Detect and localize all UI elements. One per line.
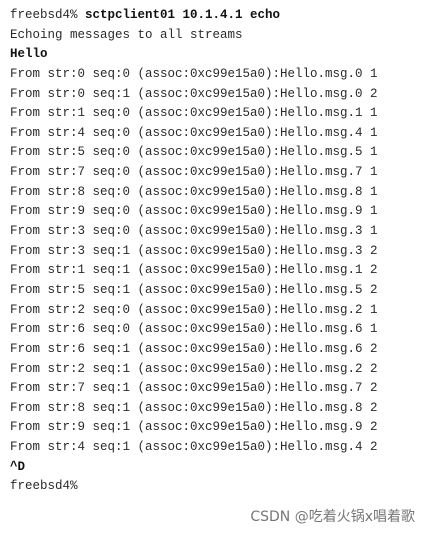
- output-line: From str:4 seq:1 (assoc:0xc99e15a0):Hell…: [10, 440, 378, 455]
- eof-line: ^D: [10, 459, 26, 474]
- output-line: From str:1 seq:0 (assoc:0xc99e15a0):Hell…: [10, 106, 378, 121]
- output-line: From str:6 seq:0 (assoc:0xc99e15a0):Hell…: [10, 322, 378, 337]
- output-line: From str:3 seq:0 (assoc:0xc99e15a0):Hell…: [10, 224, 378, 239]
- output-line: From str:2 seq:1 (assoc:0xc99e15a0):Hell…: [10, 361, 378, 376]
- final-prompt: freebsd4%: [10, 479, 78, 494]
- shell-prompt: freebsd4%: [10, 8, 78, 22]
- output-line: From str:7 seq:1 (assoc:0xc99e15a0):Hell…: [10, 381, 378, 396]
- output-line: From str:4 seq:0 (assoc:0xc99e15a0):Hell…: [10, 125, 378, 140]
- output-line: From str:2 seq:0 (assoc:0xc99e15a0):Hell…: [10, 302, 378, 317]
- command-line: freebsd4% sctpclient01 10.1.4.1 echo: [10, 6, 429, 26]
- output-line: From str:7 seq:0 (assoc:0xc99e15a0):Hell…: [10, 165, 378, 180]
- output-line: From str:1 seq:1 (assoc:0xc99e15a0):Hell…: [10, 263, 378, 278]
- user-input-line: Hello: [10, 47, 48, 62]
- output-line: From str:8 seq:0 (assoc:0xc99e15a0):Hell…: [10, 184, 378, 199]
- output-line: From str:5 seq:0 (assoc:0xc99e15a0):Hell…: [10, 145, 378, 160]
- output-lines: From str:0 seq:0 (assoc:0xc99e15a0):Hell…: [10, 65, 429, 458]
- output-line: From str:9 seq:0 (assoc:0xc99e15a0):Hell…: [10, 204, 378, 219]
- output-line: From str:0 seq:0 (assoc:0xc99e15a0):Hell…: [10, 66, 378, 81]
- command-text: sctpclient01 10.1.4.1 echo: [85, 8, 281, 22]
- output-line: From str:9 seq:1 (assoc:0xc99e15a0):Hell…: [10, 420, 378, 435]
- output-line: From str:5 seq:1 (assoc:0xc99e15a0):Hell…: [10, 282, 378, 297]
- output-line: From str:6 seq:1 (assoc:0xc99e15a0):Hell…: [10, 341, 378, 356]
- watermark: CSDN @吃着火锅x唱着歌: [250, 509, 415, 525]
- output-line: From str:3 seq:1 (assoc:0xc99e15a0):Hell…: [10, 243, 378, 258]
- terminal-output: freebsd4% sctpclient01 10.1.4.1 echo Ech…: [10, 6, 429, 497]
- echo-notice: Echoing messages to all streams: [10, 27, 243, 42]
- output-line: From str:8 seq:1 (assoc:0xc99e15a0):Hell…: [10, 400, 378, 415]
- output-line: From str:0 seq:1 (assoc:0xc99e15a0):Hell…: [10, 86, 378, 101]
